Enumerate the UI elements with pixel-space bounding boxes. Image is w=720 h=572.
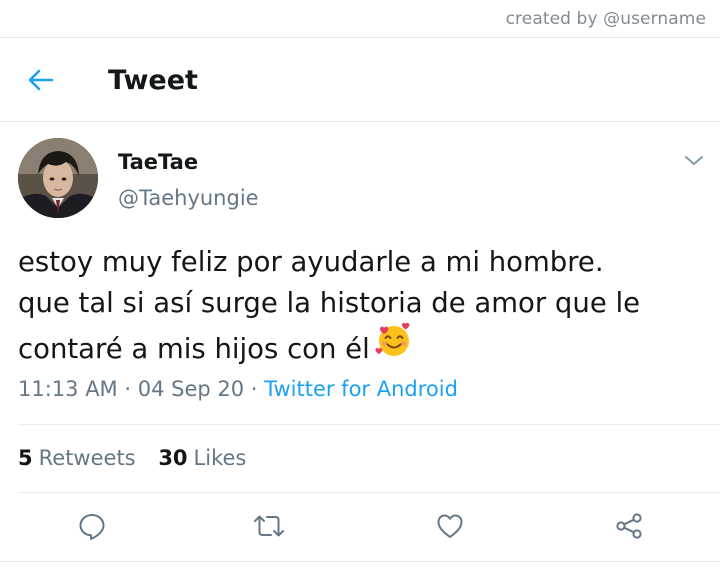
- reply-icon: [79, 514, 105, 540]
- author-display-name[interactable]: TaeTae: [118, 150, 198, 174]
- retweet-button[interactable]: [252, 510, 286, 542]
- tweet-line: contaré a mis hijos con él: [18, 322, 708, 376]
- share-icon: [616, 513, 642, 539]
- avatar[interactable]: [18, 138, 98, 218]
- tweet-source-link[interactable]: Twitter for Android: [264, 377, 458, 401]
- tweet-line-text: contaré a mis hijos con él: [18, 333, 370, 365]
- meta-separator: ·: [244, 377, 265, 401]
- tweet-date: 04 Sep 20: [137, 377, 245, 401]
- share-button[interactable]: [613, 510, 645, 542]
- tweet-time: 11:13 AM: [18, 377, 118, 401]
- meta-separator: ·: [117, 377, 138, 401]
- tweet-line: estoy muy feliz por ayudarle a mi hombre…: [18, 246, 604, 278]
- retweets-stat[interactable]: 5 Retweets: [18, 446, 136, 470]
- likes-count: 30: [158, 446, 188, 470]
- retweets-label: Retweets: [38, 446, 136, 470]
- like-button[interactable]: [434, 510, 466, 542]
- author-handle[interactable]: @Taehyungie: [118, 186, 259, 210]
- header-divider: [0, 121, 720, 122]
- likes-label: Likes: [193, 446, 247, 470]
- likes-stat[interactable]: 30 Likes: [158, 446, 246, 470]
- retweet-icon: [254, 515, 284, 537]
- page-title: Tweet: [108, 65, 198, 96]
- like-icon: [437, 514, 463, 538]
- divider: [18, 492, 720, 493]
- chevron-down-icon: [685, 156, 703, 165]
- tweet-text: estoy muy feliz por ayudarle a mi hombre…: [18, 242, 708, 376]
- retweets-count: 5: [18, 446, 33, 470]
- tweet-actions: [0, 510, 720, 546]
- arrow-left-icon: [28, 69, 54, 91]
- reply-button[interactable]: [76, 510, 108, 542]
- bottom-divider: [0, 561, 720, 562]
- tweet-meta: 11:13 AM · 04 Sep 20 · Twitter for Andro…: [18, 377, 458, 401]
- back-button[interactable]: [26, 66, 56, 94]
- credit-text: created by @username: [505, 9, 706, 29]
- tweet-stats: 5 Retweets 30 Likes: [18, 446, 246, 470]
- tweet-line: que tal si así surge la historia de amor…: [18, 287, 641, 319]
- more-options-button[interactable]: [682, 150, 706, 170]
- divider: [18, 424, 720, 425]
- profile-photo: [18, 138, 98, 218]
- smiling-face-with-hearts-emoji-icon: [374, 320, 414, 372]
- header-bar: Tweet: [0, 38, 720, 122]
